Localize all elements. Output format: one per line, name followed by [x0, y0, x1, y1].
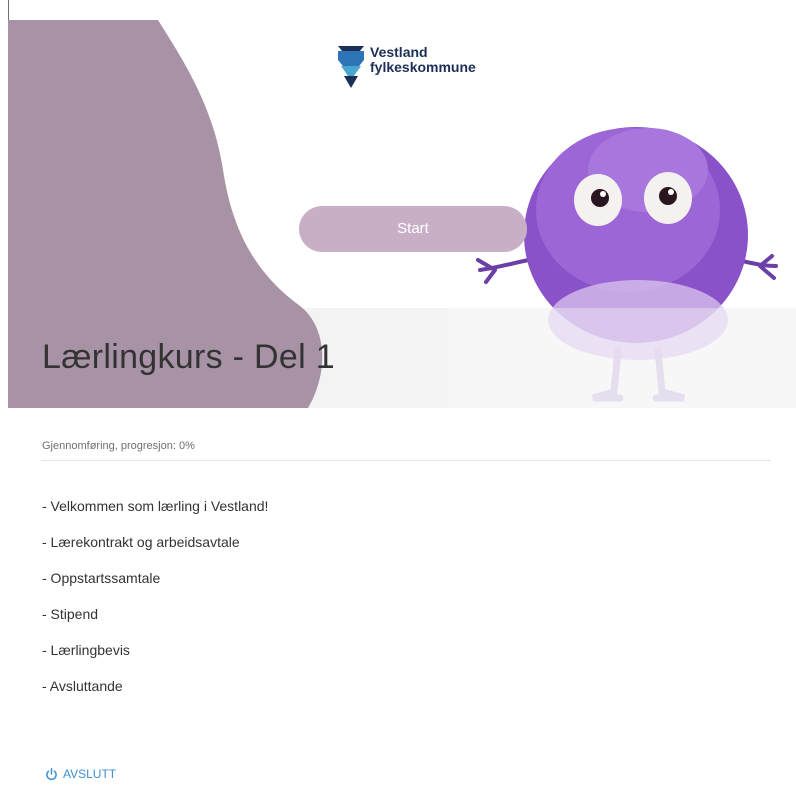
brand-logo: Vestland fylkeskommune	[338, 45, 476, 88]
module-item[interactable]: - Stipend	[42, 606, 268, 642]
brand-line-1: Vestland	[370, 44, 428, 60]
module-item[interactable]: - Velkommen som lærling i Vestland!	[42, 498, 268, 534]
module-item[interactable]: - Lærlingbevis	[42, 642, 268, 678]
start-button[interactable]: Start	[299, 206, 527, 252]
course-title: Lærlingkurs - Del 1	[42, 338, 335, 376]
brand-line-2: fylkeskommune	[370, 59, 476, 75]
course-page: Vestland fylkeskommune Start Lærlingkurs…	[0, 0, 796, 799]
exit-label: AVSLUTT	[63, 767, 117, 781]
progress-text: Gjennomføring, progresjon: 0%	[42, 440, 195, 452]
vestland-logo-icon	[338, 46, 364, 88]
module-item[interactable]: - Avsluttande	[42, 678, 268, 714]
module-list: - Velkommen som lærling i Vestland! - Læ…	[42, 498, 268, 714]
exit-button[interactable]: AVSLUTT	[45, 767, 116, 781]
power-icon	[46, 767, 57, 780]
divider	[41, 460, 771, 461]
module-item[interactable]: - Oppstartssamtale	[42, 570, 268, 606]
window-edge	[8, 0, 9, 20]
module-item[interactable]: - Lærekontrakt og arbeidsavtale	[42, 534, 268, 570]
